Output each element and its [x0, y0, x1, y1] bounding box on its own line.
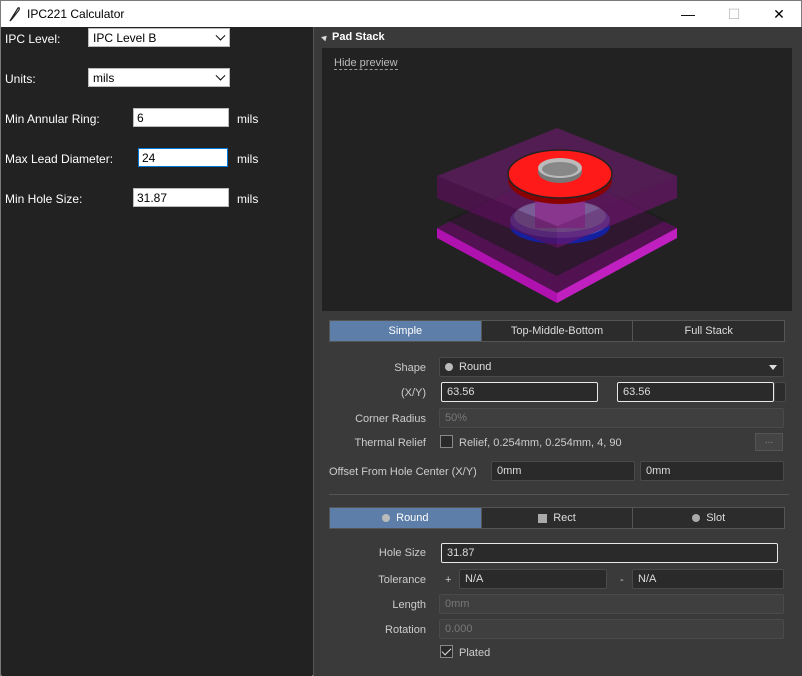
- plated-checkbox[interactable]: [440, 645, 453, 658]
- tab-hole-slot-label: Slot: [706, 512, 726, 524]
- min-hole-size-label: Min Hole Size:: [5, 192, 83, 206]
- shape-value: Round: [459, 361, 492, 373]
- maximize-button[interactable]: ☐: [711, 1, 757, 27]
- pad-x-input[interactable]: 63.56: [441, 382, 598, 402]
- tolerance-label: Tolerance: [378, 574, 426, 586]
- ipc-level-select[interactable]: IPC Level B: [88, 28, 230, 47]
- max-lead-diameter-label: Max Lead Diameter:: [5, 152, 114, 166]
- ipc-level-value: IPC Level B: [93, 31, 157, 45]
- slot-icon: [692, 514, 701, 522]
- tolerance-minus-sign: -: [620, 574, 624, 586]
- tab-hole-round[interactable]: Round: [330, 508, 482, 528]
- close-button[interactable]: ✕: [756, 1, 802, 27]
- app-window: IPC221 Calculator — ☐ ✕ IPC Level: IPC L…: [0, 0, 802, 676]
- calculator-panel: IPC Level: IPC Level B Units: mils Min A…: [2, 27, 312, 676]
- tab-simple[interactable]: Simple: [330, 321, 482, 341]
- min-annular-ring-unit: mils: [237, 112, 259, 126]
- chevron-down-icon: [215, 70, 226, 81]
- round-icon: [382, 514, 391, 522]
- thermal-relief-value: Relief, 0.254mm, 0.254mm, 4, 90: [459, 437, 622, 449]
- feather-icon: [9, 7, 20, 22]
- tab-hole-rect[interactable]: Rect: [481, 508, 634, 528]
- corner-radius-label: Corner Radius: [355, 413, 426, 425]
- max-lead-diameter-input[interactable]: 24: [138, 148, 228, 167]
- pad-y-input[interactable]: 63.56: [617, 382, 774, 402]
- units-value: mils: [93, 71, 115, 85]
- thermal-relief-checkbox[interactable]: [440, 435, 453, 448]
- offset-y-input[interactable]: 0mm: [640, 461, 784, 481]
- tab-hole-slot[interactable]: Slot: [633, 508, 785, 528]
- thermal-relief-more-button[interactable]: ...: [755, 433, 783, 451]
- max-lead-diameter-unit: mils: [237, 152, 259, 166]
- tab-hole-rect-label: Rect: [553, 512, 576, 524]
- plated-label: Plated: [459, 647, 491, 659]
- y-input-edge: [774, 382, 786, 402]
- tab-full-stack[interactable]: Full Stack: [633, 321, 785, 341]
- hole-shape-tabs: Round Rect Slot: [329, 507, 785, 529]
- minimize-button[interactable]: —: [665, 1, 711, 27]
- rotation-input[interactable]: 0.000: [439, 619, 784, 639]
- min-annular-ring-label: Min Annular Ring:: [5, 112, 100, 126]
- shape-label: Shape: [394, 362, 426, 374]
- ipc-level-label: IPC Level:: [5, 32, 61, 46]
- thermal-relief-label: Thermal Relief: [354, 437, 426, 449]
- length-input[interactable]: 0mm: [439, 594, 784, 614]
- units-select[interactable]: mils: [88, 68, 230, 87]
- chevron-down-icon: [215, 30, 226, 41]
- title-bar: IPC221 Calculator — ☐ ✕: [1, 1, 801, 27]
- hole-size-label: Hole Size: [378, 547, 426, 559]
- min-hole-size-unit: mils: [237, 192, 259, 206]
- rotation-label: Rotation: [385, 624, 426, 636]
- tab-top-middle-bottom[interactable]: Top-Middle-Bottom: [481, 321, 634, 341]
- tolerance-plus-input[interactable]: N/A: [459, 569, 607, 589]
- hole-size-input[interactable]: 31.87: [441, 543, 778, 563]
- corner-radius-input[interactable]: 50%: [439, 408, 784, 428]
- section-divider: [329, 494, 789, 495]
- xy-spacer: [598, 382, 612, 402]
- round-shape-icon: [445, 363, 453, 372]
- stack-mode-tabs: Simple Top-Middle-Bottom Full Stack: [329, 320, 785, 342]
- pad-stack-title: Pad Stack: [332, 31, 385, 43]
- collapse-triangle-icon: [321, 33, 329, 41]
- xy-label: (X/Y): [400, 387, 426, 399]
- min-hole-size-input[interactable]: 31.87: [133, 188, 229, 207]
- offset-x-input[interactable]: 0mm: [491, 461, 635, 481]
- window-title: IPC221 Calculator: [27, 7, 125, 21]
- min-annular-ring-input[interactable]: 6: [133, 108, 229, 127]
- rect-icon: [538, 513, 548, 523]
- units-label: Units:: [5, 72, 36, 86]
- length-label: Length: [392, 599, 426, 611]
- pad-3d-render: [437, 128, 677, 303]
- shape-select[interactable]: Round: [439, 357, 784, 377]
- dropdown-arrow-icon: [769, 365, 777, 370]
- offset-label: Offset From Hole Center (X/Y): [329, 466, 477, 478]
- pad-preview-3d[interactable]: Hide preview: [322, 48, 792, 311]
- tab-hole-round-label: Round: [396, 512, 429, 524]
- tolerance-minus-input[interactable]: N/A: [632, 569, 784, 589]
- tolerance-plus-sign: +: [445, 574, 452, 586]
- pad-stack-panel: Pad Stack Hide preview Simple Top-Middle…: [313, 27, 802, 676]
- pad-stack-header[interactable]: Pad Stack: [321, 31, 385, 43]
